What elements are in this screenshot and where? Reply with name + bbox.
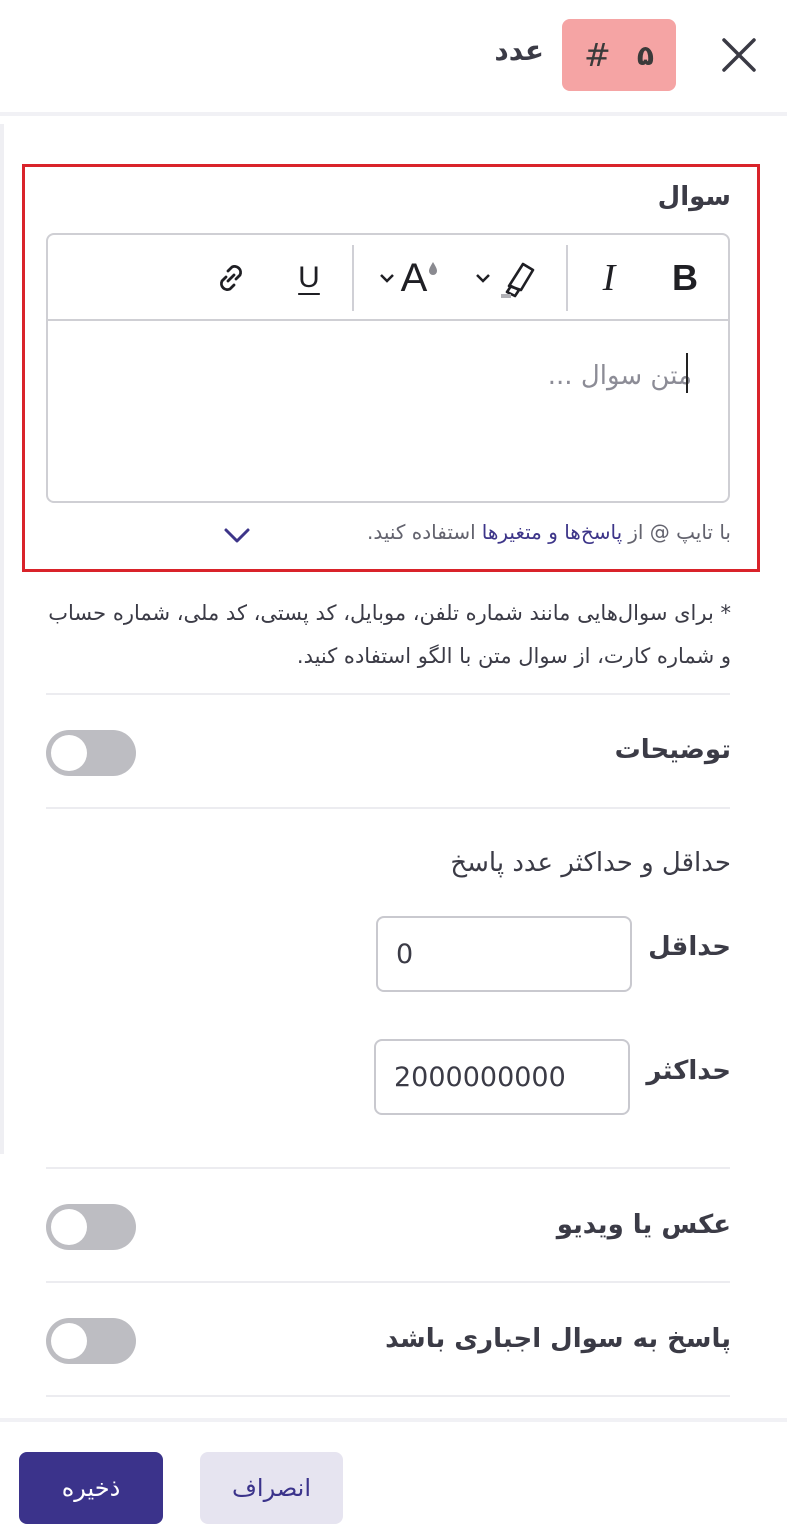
divider bbox=[46, 1281, 730, 1283]
hint-expand-button[interactable] bbox=[222, 525, 252, 547]
save-button[interactable]: ذخیره bbox=[19, 1452, 163, 1524]
question-type-badge: ۵ # bbox=[562, 19, 676, 91]
min-label: حداقل bbox=[648, 932, 731, 962]
italic-icon: I bbox=[602, 257, 616, 299]
text-caret bbox=[686, 353, 688, 393]
italic-button[interactable]: I bbox=[586, 255, 632, 301]
question-editor: B I A U متن سوال ... bbox=[46, 233, 730, 503]
required-label: پاسخ به سوال اجباری باشد bbox=[385, 1324, 731, 1354]
hash-icon: # bbox=[584, 36, 611, 74]
underline-icon: U bbox=[298, 261, 320, 294]
divider bbox=[46, 693, 730, 695]
question-number: ۵ bbox=[636, 38, 654, 72]
divider bbox=[46, 1167, 730, 1169]
editor-toolbar: B I A U bbox=[48, 235, 728, 321]
cancel-button[interactable]: انصراف bbox=[200, 1452, 343, 1524]
chevron-down-icon bbox=[476, 274, 490, 283]
divider bbox=[46, 807, 730, 809]
chevron-down-icon bbox=[224, 528, 250, 543]
drop-icon bbox=[429, 262, 438, 275]
close-icon bbox=[722, 38, 756, 72]
chevron-down-icon bbox=[379, 274, 394, 283]
underline-button[interactable]: U bbox=[286, 255, 332, 301]
question-label: سوال bbox=[657, 182, 731, 212]
link-button[interactable] bbox=[208, 255, 254, 301]
highlight-color-dropdown[interactable] bbox=[466, 255, 550, 301]
description-label: توضیحات bbox=[614, 735, 731, 765]
bold-button[interactable]: B bbox=[662, 255, 708, 301]
answers-variables-link[interactable]: پاسخ‌ها و متغیرها bbox=[482, 520, 622, 544]
panel-footer: ذخیره انصراف bbox=[0, 1418, 787, 1540]
description-toggle[interactable] bbox=[46, 730, 136, 776]
font-size-icon: A bbox=[400, 255, 428, 300]
max-label: حداکثر bbox=[646, 1056, 731, 1086]
hint-prefix: با تایپ @ از bbox=[628, 520, 731, 544]
media-toggle[interactable] bbox=[46, 1204, 136, 1250]
close-button[interactable] bbox=[716, 32, 762, 78]
media-label: عکس یا ویدیو bbox=[556, 1210, 731, 1240]
required-toggle[interactable] bbox=[46, 1318, 136, 1364]
bold-icon: B bbox=[672, 257, 698, 298]
toggle-knob bbox=[51, 735, 87, 771]
highlighter-icon bbox=[501, 262, 535, 298]
question-type-title: عدد bbox=[494, 34, 544, 67]
font-size-dropdown[interactable]: A bbox=[366, 255, 452, 301]
toolbar-divider bbox=[566, 245, 568, 311]
toggle-knob bbox=[51, 1323, 87, 1359]
hint-suffix: استفاده کنید. bbox=[366, 520, 476, 544]
question-placeholder: متن سوال ... bbox=[547, 361, 692, 391]
min-input[interactable] bbox=[376, 916, 632, 992]
question-text-area[interactable]: متن سوال ... bbox=[48, 323, 728, 501]
range-title: حداقل و حداکثر عدد پاسخ bbox=[450, 848, 731, 878]
max-input[interactable] bbox=[374, 1039, 630, 1115]
divider bbox=[46, 1395, 730, 1397]
pattern-note: * برای سوال‌هایی مانند شماره تلفن، موبای… bbox=[48, 601, 731, 668]
link-icon bbox=[220, 265, 242, 291]
toolbar-divider bbox=[352, 245, 354, 311]
toggle-knob bbox=[51, 1209, 87, 1245]
mention-hint: با تایپ @ از پاسخ‌ها و متغیرها استفاده ک… bbox=[367, 520, 731, 544]
panel-header: ۵ # عدد bbox=[0, 0, 787, 116]
